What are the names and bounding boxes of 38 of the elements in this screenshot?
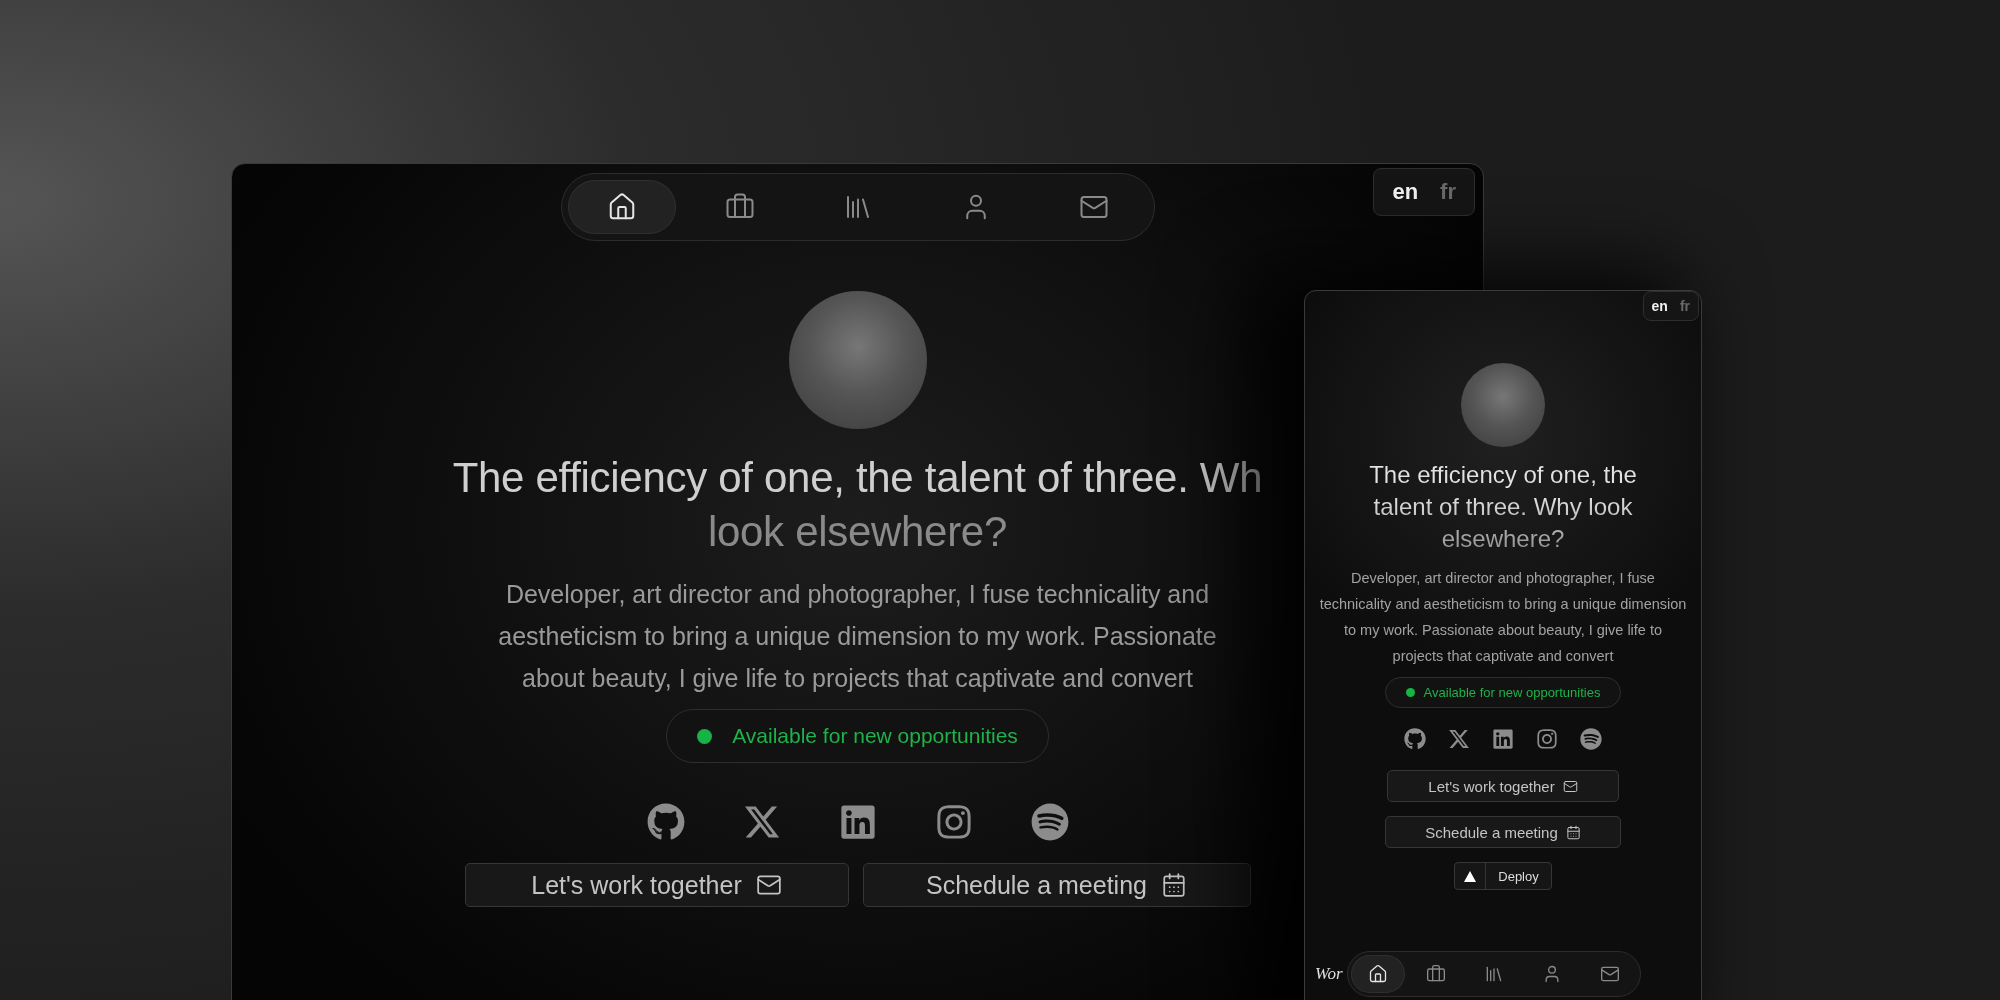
intro-text: aestheticism to bring a unique dimension to my work. Passionate	[498, 621, 1217, 652]
cta-button[interactable]: Let's work together	[464, 863, 849, 907]
intro-text: Developer, art director and photographer, I fuse technicality and	[505, 579, 1210, 610]
calendar-icon	[1565, 824, 1581, 840]
status-dot	[1405, 688, 1415, 697]
spotify-icon[interactable]	[1580, 728, 1602, 750]
cta-button[interactable]: Schedule a meeting	[862, 863, 1251, 907]
intro-text: Developer, art director and photographer, I fuse technicality and aestheticism to bring a unique dimension to my work. Passionate about beauty, I give life to projects that captivate and convert	[1318, 569, 1688, 666]
status-label: Available for new opportunities	[1423, 685, 1601, 700]
nav-item[interactable]	[567, 180, 676, 234]
footer-text: Wor	[1315, 964, 1344, 984]
status-dot	[697, 728, 713, 744]
language-option[interactable]: en	[1651, 298, 1668, 314]
deploy-button[interactable]: Deploy	[1454, 862, 1552, 890]
cta-button[interactable]: Schedule a meeting	[1385, 816, 1621, 848]
home-icon	[1368, 964, 1388, 984]
language-option[interactable]: en	[1392, 179, 1419, 205]
instagram-icon[interactable]	[934, 803, 973, 841]
github-icon[interactable]	[1404, 728, 1426, 750]
linkedin-icon[interactable]	[1492, 728, 1514, 750]
mail-icon	[1600, 964, 1620, 984]
mail-icon	[755, 872, 782, 898]
nav-item[interactable]	[1351, 955, 1405, 993]
calendar-icon	[1161, 872, 1187, 898]
intro-text: about beauty, I give life to projects that captivate and convert	[522, 663, 1193, 694]
github-icon[interactable]	[646, 803, 685, 841]
instagram-icon[interactable]	[1536, 728, 1558, 750]
triangle-icon	[1464, 870, 1477, 882]
spotify-icon[interactable]	[1030, 803, 1069, 841]
heading: look elsewhere?	[707, 507, 1007, 557]
library-icon	[1484, 964, 1504, 984]
linkedin-icon[interactable]	[838, 803, 877, 841]
status-label: Available for new opportunities	[732, 724, 1018, 748]
heading: The efficiency of one, the talent of three. Wh	[452, 453, 1263, 503]
mail-icon	[1562, 778, 1578, 794]
briefcase-icon	[1426, 964, 1446, 984]
cta-button[interactable]: Let's work together	[1387, 770, 1619, 802]
x-icon[interactable]	[1448, 728, 1470, 750]
